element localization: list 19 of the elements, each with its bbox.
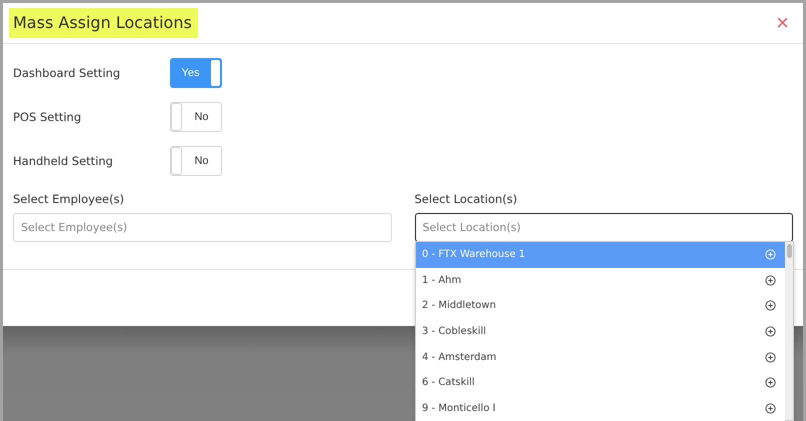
plus-circle-icon[interactable] bbox=[765, 300, 776, 312]
dropdown-option[interactable]: 9 - Monticello I bbox=[416, 396, 785, 421]
setting-label: POS Setting bbox=[13, 110, 82, 124]
plus-circle-icon[interactable] bbox=[765, 274, 776, 286]
plus-circle-icon[interactable] bbox=[765, 402, 776, 414]
employee-field[interactable]: Select Employee(s) bbox=[13, 213, 392, 242]
toggle-switch[interactable]: No bbox=[170, 146, 222, 176]
setting-label: Dashboard Setting bbox=[13, 66, 122, 80]
field-label: Select Employee(s) bbox=[13, 192, 126, 206]
scrollbar[interactable] bbox=[785, 242, 793, 420]
plus-circle-icon[interactable] bbox=[765, 326, 776, 338]
dialog-title: Mass Assign Locations bbox=[9, 8, 198, 38]
plus-circle-icon[interactable] bbox=[765, 377, 776, 388]
plus-circle-icon[interactable] bbox=[765, 352, 776, 363]
dropdown-option[interactable]: 1 - Ahm bbox=[416, 268, 785, 294]
field-label: Select Location(s) bbox=[414, 192, 518, 206]
setting-label: Handheld Setting bbox=[13, 154, 114, 168]
location-field[interactable]: Select Location(s) bbox=[414, 213, 793, 242]
toggle-switch[interactable]: No bbox=[170, 102, 222, 132]
